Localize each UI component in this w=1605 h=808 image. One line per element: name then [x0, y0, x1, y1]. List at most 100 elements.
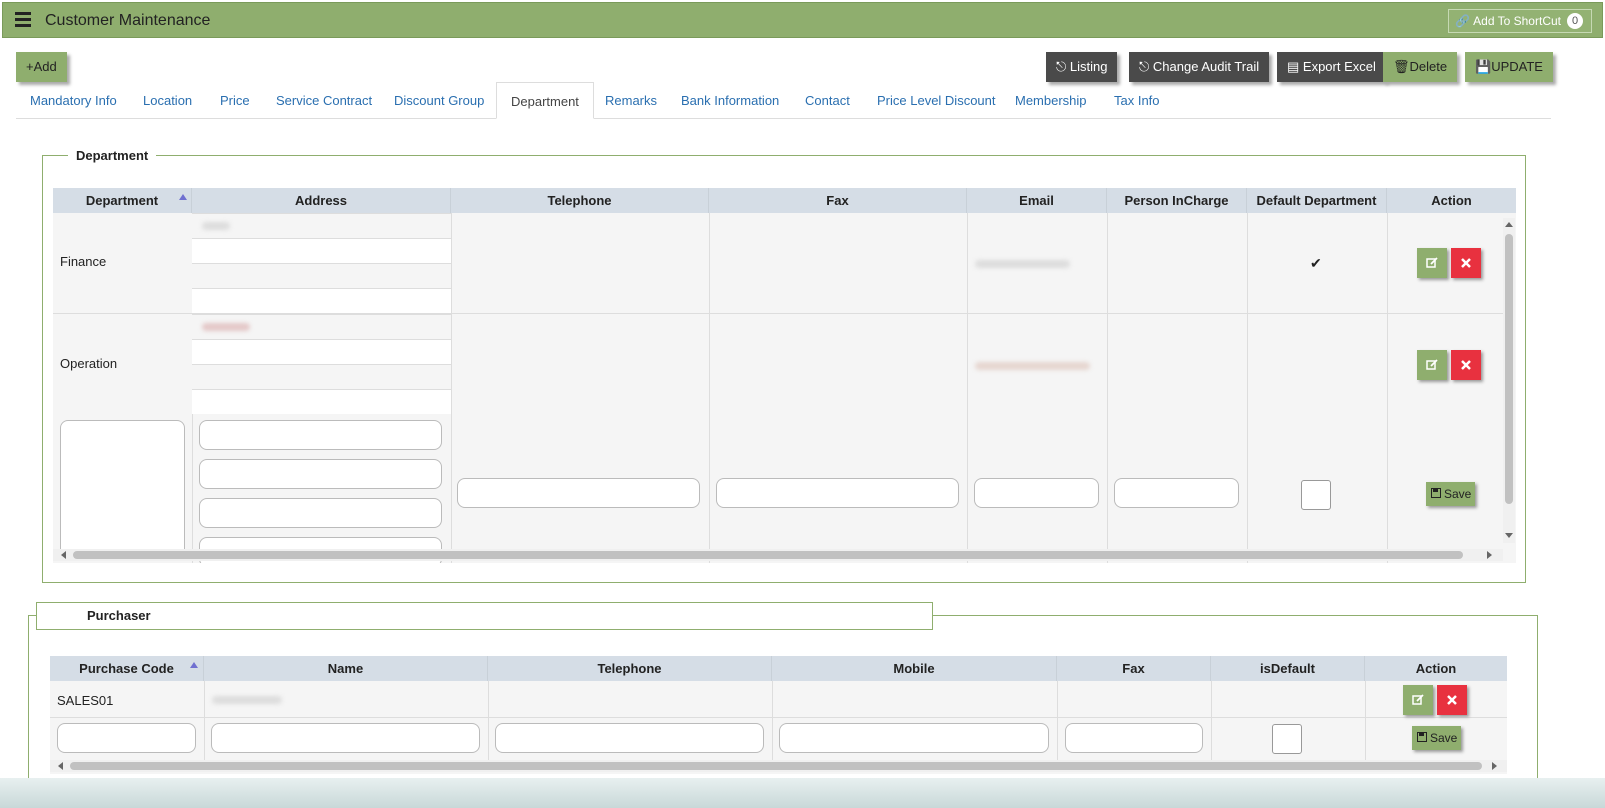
new-telephone-input[interactable] [495, 723, 764, 753]
vertical-scroll-thumb[interactable] [1505, 234, 1513, 504]
vertical-scrollbar[interactable] [1503, 218, 1515, 543]
scroll-down-arrow-icon[interactable] [1505, 533, 1513, 538]
tab-service-contract[interactable]: Service Contract [262, 82, 386, 119]
audit-label: Change Audit Trail [1152, 59, 1260, 74]
save-label: Save [1430, 731, 1458, 745]
col-telephone[interactable]: Telephone [488, 656, 772, 681]
horizontal-scroll-thumb[interactable] [73, 551, 1463, 559]
shortcut-label: Add To ShortCut [1473, 14, 1561, 28]
col-person-incharge[interactable]: Person InCharge [1107, 188, 1247, 213]
new-person-incharge-input[interactable] [1114, 478, 1239, 508]
edit-button[interactable] [1417, 350, 1447, 380]
department-name: Finance [60, 254, 107, 269]
new-name-input[interactable] [211, 723, 480, 753]
new-email-input[interactable] [974, 478, 1099, 508]
department-legend: Department [68, 148, 157, 163]
sort-asc-icon[interactable] [190, 662, 198, 668]
address-line [192, 364, 451, 389]
tab-tax-info[interactable]: Tax Info [1100, 82, 1174, 119]
grid-divider [967, 213, 968, 563]
col-telephone[interactable]: Telephone [451, 188, 709, 213]
export-label: Export Excel [1302, 59, 1376, 74]
new-purchase-code-input[interactable] [57, 723, 196, 753]
new-department-input[interactable] [60, 420, 185, 560]
col-name[interactable]: Name [204, 656, 488, 681]
sort-asc-icon[interactable] [179, 194, 187, 200]
new-fax-input[interactable] [1065, 723, 1203, 753]
tab-department[interactable]: Department [496, 82, 594, 119]
address-line [192, 314, 451, 339]
delete-row-button[interactable] [1437, 685, 1467, 715]
delete-row-button[interactable] [1451, 350, 1481, 380]
tab-membership[interactable]: Membership [1001, 82, 1101, 119]
purchaser-grid: Purchase Code Name Telephone Mobile Fax … [50, 656, 1507, 774]
col-mobile[interactable]: Mobile [772, 656, 1057, 681]
tab-bank-information[interactable]: Bank Information [667, 82, 793, 119]
update-button[interactable]: 💾UPDATE [1465, 52, 1553, 82]
col-fax[interactable]: Fax [709, 188, 967, 213]
new-isdefault-checkbox[interactable] [1272, 724, 1302, 754]
col-default-department[interactable]: Default Department [1247, 188, 1387, 213]
save-purchaser-button[interactable]: Save [1412, 726, 1462, 750]
purchaser-grid-header: Purchase Code Name Telephone Mobile Fax … [50, 656, 1507, 681]
scroll-up-arrow-icon[interactable] [1505, 222, 1513, 227]
save-icon [1431, 488, 1441, 498]
scroll-right-arrow-icon[interactable] [1487, 551, 1492, 559]
edit-button[interactable] [1417, 248, 1447, 278]
new-address-line1-input[interactable] [199, 420, 442, 450]
col-isdefault[interactable]: isDefault [1211, 656, 1365, 681]
add-button[interactable]: +Add [16, 52, 67, 82]
redacted-text [202, 222, 230, 230]
horizontal-scrollbar[interactable] [50, 760, 1507, 772]
tab-bar: Mandatory Info Location Price Service Co… [16, 82, 1551, 119]
listing-button[interactable]: ⎋ Listing [1046, 52, 1118, 82]
delete-row-button[interactable] [1451, 248, 1481, 278]
edit-icon [1426, 257, 1438, 268]
new-address-line3-input[interactable] [199, 498, 442, 528]
tab-price[interactable]: Price [206, 82, 264, 119]
scroll-left-arrow-icon[interactable] [61, 551, 66, 559]
taskbar-strip [0, 778, 1605, 808]
listing-label: Listing [1069, 59, 1108, 74]
new-fax-input[interactable] [716, 478, 959, 508]
add-to-shortcut-button[interactable]: 🔗 Add To ShortCut 0 [1448, 9, 1592, 33]
edit-button[interactable] [1403, 685, 1433, 715]
col-email[interactable]: Email [967, 188, 1107, 213]
tab-discount-group[interactable]: Discount Group [380, 82, 498, 119]
address-line [192, 263, 451, 288]
tab-remarks[interactable]: Remarks [591, 82, 671, 119]
col-purchase-code[interactable]: Purchase Code [50, 656, 204, 681]
new-telephone-input[interactable] [457, 478, 700, 508]
hamburger-menu-icon[interactable] [15, 12, 31, 28]
col-fax[interactable]: Fax [1057, 656, 1211, 681]
col-action: Action [1431, 193, 1472, 208]
tab-contact[interactable]: Contact [791, 82, 864, 119]
change-audit-trail-button[interactable]: ⎋ Change Audit Trail [1129, 52, 1270, 82]
sign-out-icon: ⎋ [1139, 59, 1153, 74]
address-line [192, 213, 451, 238]
delete-label: Delete [1409, 59, 1448, 74]
col-action: Action [1415, 661, 1457, 676]
sign-out-icon: ⎋ [1056, 59, 1070, 74]
tab-location[interactable]: Location [129, 82, 206, 119]
export-excel-button[interactable]: ▤ Export Excel [1277, 52, 1386, 82]
horizontal-scroll-thumb[interactable] [70, 762, 1482, 770]
grid-divider [50, 717, 1507, 718]
horizontal-scrollbar[interactable] [53, 549, 1503, 561]
scroll-right-arrow-icon[interactable] [1492, 762, 1497, 770]
delete-button[interactable]: 🗑Delete [1383, 52, 1458, 82]
new-mobile-input[interactable] [779, 723, 1049, 753]
new-default-checkbox[interactable] [1301, 480, 1331, 510]
edit-icon [1426, 359, 1438, 370]
file-excel-icon: ▤ [1287, 59, 1303, 74]
col-department[interactable]: Department [53, 188, 192, 213]
scroll-left-arrow-icon[interactable] [58, 762, 63, 770]
grid-divider [204, 681, 205, 761]
default-check-icon: ✔ [1310, 255, 1322, 271]
new-address-line2-input[interactable] [199, 459, 442, 489]
save-department-button[interactable]: Save [1426, 482, 1476, 506]
tab-price-level-discount[interactable]: Price Level Discount [863, 82, 1010, 119]
redacted-name [212, 696, 282, 704]
col-address[interactable]: Address [192, 188, 451, 213]
tab-mandatory-info[interactable]: Mandatory Info [16, 82, 131, 119]
